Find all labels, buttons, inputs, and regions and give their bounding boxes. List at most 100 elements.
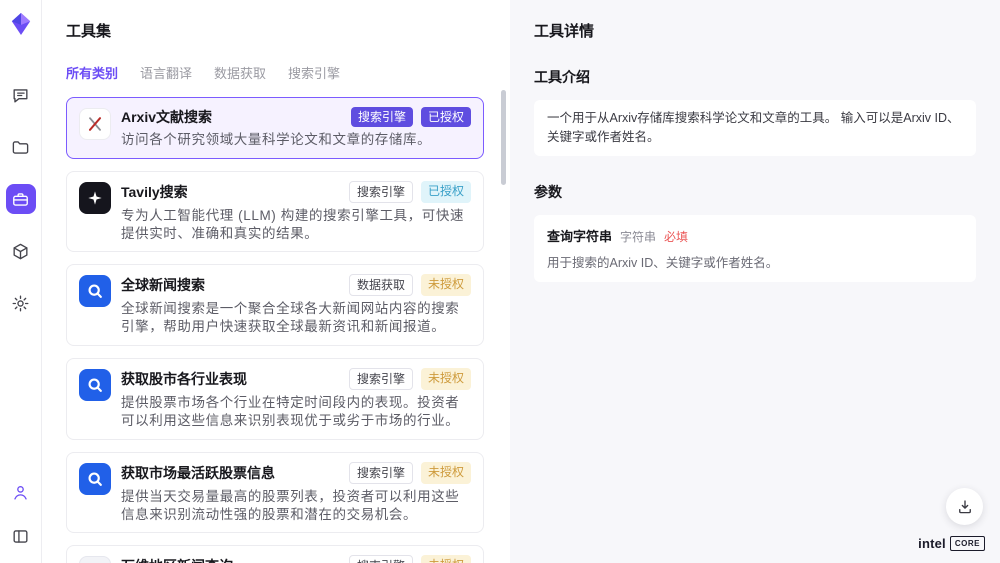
tool-card[interactable]: 全球新闻搜索 数据获取 未授权 全球新闻搜索是一个聚合全球各大新闻网站内容的搜索… [66,264,484,346]
tool-icon [79,369,111,401]
tool-icon [79,275,111,307]
intel-core-logo: intel CORE [918,536,985,551]
tool-icon [79,463,111,495]
tool-card[interactable]: 万维地区新闻查询 搜索引擎 未授权 查询具体行政区划内的新闻，快速了解各地新闻动 [66,545,484,563]
folder-icon [11,138,30,157]
panel-toggle-icon [11,527,30,546]
sidebar-item-collapse[interactable] [6,521,36,551]
status-badge: 已授权 [421,181,471,203]
sidebar-nav [6,80,36,318]
page-title: 工具集 [66,20,484,41]
search-icon [85,281,105,301]
tool-card-head: Arxiv文献搜索 搜索引擎 已授权 [121,107,471,127]
tool-card-head: 获取市场最活跃股票信息 搜索引擎 未授权 [121,462,471,484]
sidebar-item-packages[interactable] [6,236,36,266]
briefcase-icon [11,190,30,209]
param-description: 用于搜索的Arxiv ID、关键字或作者姓名。 [547,252,963,271]
tool-card-body: 获取市场最活跃股票信息 搜索引擎 未授权 提供当天交易量最高的股票列表，投资者可… [121,462,471,524]
status-badge: 已授权 [421,107,471,127]
tool-card[interactable]: 获取股市各行业表现 搜索引擎 未授权 提供股票市场各个行业在特定时间段内的表现。… [66,358,484,440]
detail-title: 工具详情 [534,20,976,41]
tool-title: 全球新闻搜索 [121,275,205,295]
status-badge: 搜索引擎 [349,181,413,203]
chat-icon [11,86,30,105]
sidebar [0,0,42,563]
tool-card-head: Tavily搜索 搜索引擎 已授权 [121,181,471,203]
tool-title: 万维地区新闻查询 [121,556,233,563]
sparkle-icon [85,188,105,208]
param-name: 查询字符串 [547,226,612,245]
status-badge: 未授权 [421,462,471,484]
tool-description: 全球新闻搜索是一个聚合全球各大新闻网站内容的搜索引擎，帮助用户快速获取全球最新资… [121,300,471,336]
tool-description: 访问各个研究领域大量科学论文和文章的存储库。 [121,131,471,149]
tool-description: 提供当天交易量最高的股票列表，投资者可以利用这些信息来识别流动性强的股票和潜在的… [121,488,471,524]
tool-badges: 搜索引擎 未授权 [349,368,471,390]
tool-card[interactable]: Arxiv文献搜索 搜索引擎 已授权 访问各个研究领域大量科学论文和文章的存储库… [66,97,484,159]
tool-icon [79,556,111,563]
tool-card-head: 获取股市各行业表现 搜索引擎 未授权 [121,368,471,390]
user-icon [11,483,30,502]
status-badge: 搜索引擎 [349,462,413,484]
tool-title: Tavily搜索 [121,182,188,202]
category-tab[interactable]: 搜索引擎 [288,63,340,82]
gem-logo-icon[interactable] [10,12,32,36]
sidebar-item-tools[interactable] [6,184,36,214]
category-tab[interactable]: 语言翻译 [140,63,192,82]
tool-card-body: 万维地区新闻查询 搜索引擎 未授权 查询具体行政区划内的新闻，快速了解各地新闻动 [121,555,471,563]
sidebar-item-files[interactable] [6,132,36,162]
tool-description: 专为人工智能代理 (LLM) 构建的搜索引擎工具，可快速提供实时、准确和真实的结… [121,207,471,243]
tool-badges: 搜索引擎 已授权 [351,107,471,127]
core-badge: CORE [950,536,985,551]
tool-description: 提供股票市场各个行业在特定时间段内的表现。投资者可以利用这些信息来识别表现优于或… [121,394,471,430]
tool-card[interactable]: 获取市场最活跃股票信息 搜索引擎 未授权 提供当天交易量最高的股票列表，投资者可… [66,452,484,534]
tool-card-list: Arxiv文献搜索 搜索引擎 已授权 访问各个研究领域大量科学论文和文章的存储库… [66,97,484,563]
tool-card-body: 获取股市各行业表现 搜索引擎 未授权 提供股票市场各个行业在特定时间段内的表现。… [121,368,471,430]
param-required-badge: 必填 [664,228,688,245]
tool-card[interactable]: Tavily搜索 搜索引擎 已授权 专为人工智能代理 (LLM) 构建的搜索引擎… [66,171,484,253]
gear-icon [11,294,30,313]
tool-list-panel: 工具集 所有类别 语言翻译 数据获取 搜索引擎 [42,0,510,563]
search-icon [85,375,105,395]
sidebar-bottom [6,477,36,551]
download-button[interactable] [946,488,983,525]
params-section-title: 参数 [534,182,976,202]
category-tab[interactable]: 数据获取 [214,63,266,82]
param-type: 字符串 [620,228,656,245]
status-badge: 搜索引擎 [351,107,413,127]
arxiv-icon [85,114,105,134]
tool-card-body: Arxiv文献搜索 搜索引擎 已授权 访问各个研究领域大量科学论文和文章的存储库… [121,107,471,149]
tool-icon [79,108,111,140]
download-icon [956,498,974,516]
app-window: 工具集 所有类别 语言翻译 数据获取 搜索引擎 [0,0,1000,563]
category-tabs: 所有类别 语言翻译 数据获取 搜索引擎 [66,63,484,82]
status-badge: 数据获取 [349,274,413,296]
sidebar-item-settings[interactable] [6,288,36,318]
intel-wordmark: intel [918,536,946,551]
status-badge: 搜索引擎 [349,368,413,390]
tool-card-body: 全球新闻搜索 数据获取 未授权 全球新闻搜索是一个聚合全球各大新闻网站内容的搜索… [121,274,471,336]
param-card: 查询字符串 字符串 必填 用于搜索的Arxiv ID、关键字或作者姓名。 [534,215,976,282]
tool-badges: 搜索引擎 未授权 [349,462,471,484]
sidebar-item-chat[interactable] [6,80,36,110]
tool-icon [79,182,111,214]
tool-badges: 数据获取 未授权 [349,274,471,296]
box-icon [11,242,30,261]
status-badge: 未授权 [421,274,471,296]
sidebar-item-profile[interactable] [6,477,36,507]
intro-card: 一个用于从Arxiv存储库搜索科学论文和文章的工具。 输入可以是Arxiv ID… [534,100,976,156]
category-tab[interactable]: 所有类别 [66,63,118,82]
tool-title: Arxiv文献搜索 [121,107,212,127]
search-icon [85,469,105,489]
tool-title: 获取市场最活跃股票信息 [121,463,275,483]
list-scrollbar[interactable] [501,90,506,185]
status-badge: 搜索引擎 [349,555,413,563]
param-head: 查询字符串 字符串 必填 [547,226,963,245]
intro-section-title: 工具介绍 [534,67,976,87]
tool-detail-panel: 工具详情 工具介绍 一个用于从Arxiv存储库搜索科学论文和文章的工具。 输入可… [510,0,1000,563]
status-badge: 未授权 [421,368,471,390]
tool-title: 获取股市各行业表现 [121,369,247,389]
tool-card-body: Tavily搜索 搜索引擎 已授权 专为人工智能代理 (LLM) 构建的搜索引擎… [121,181,471,243]
tool-badges: 搜索引擎 未授权 [349,555,471,563]
tool-badges: 搜索引擎 已授权 [349,181,471,203]
status-badge: 未授权 [421,555,471,563]
